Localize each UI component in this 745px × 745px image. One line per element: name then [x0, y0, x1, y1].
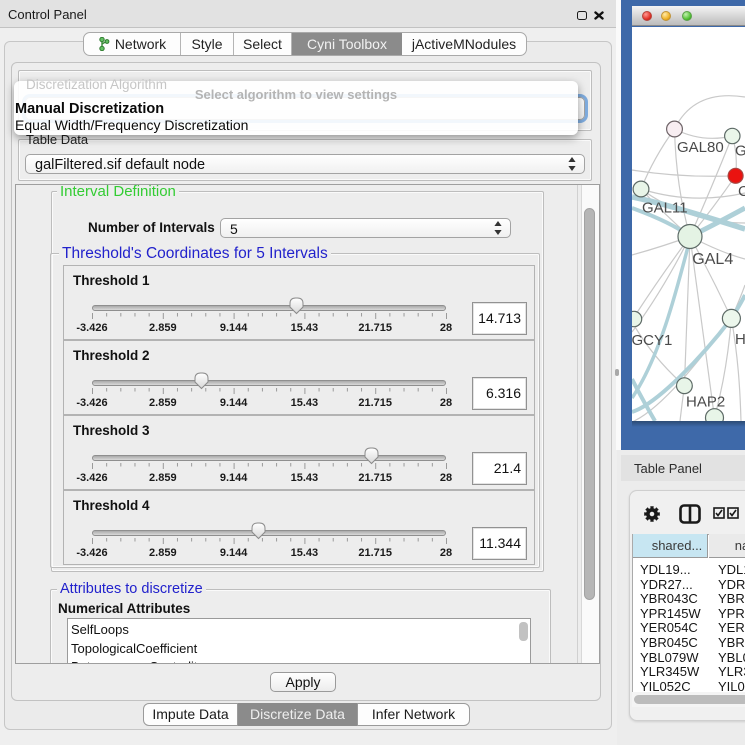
- svg-text:HA: HA: [735, 331, 745, 348]
- svg-text:GAL4: GAL4: [692, 251, 733, 268]
- svg-text:GCY1: GCY1: [632, 332, 672, 349]
- svg-text:GAL80: GAL80: [677, 139, 724, 156]
- svg-text:CY: CY: [738, 183, 745, 200]
- svg-text:GA: GA: [735, 143, 745, 160]
- svg-text:GAL11: GAL11: [642, 200, 688, 217]
- svg-text:HAP2: HAP2: [686, 394, 725, 411]
